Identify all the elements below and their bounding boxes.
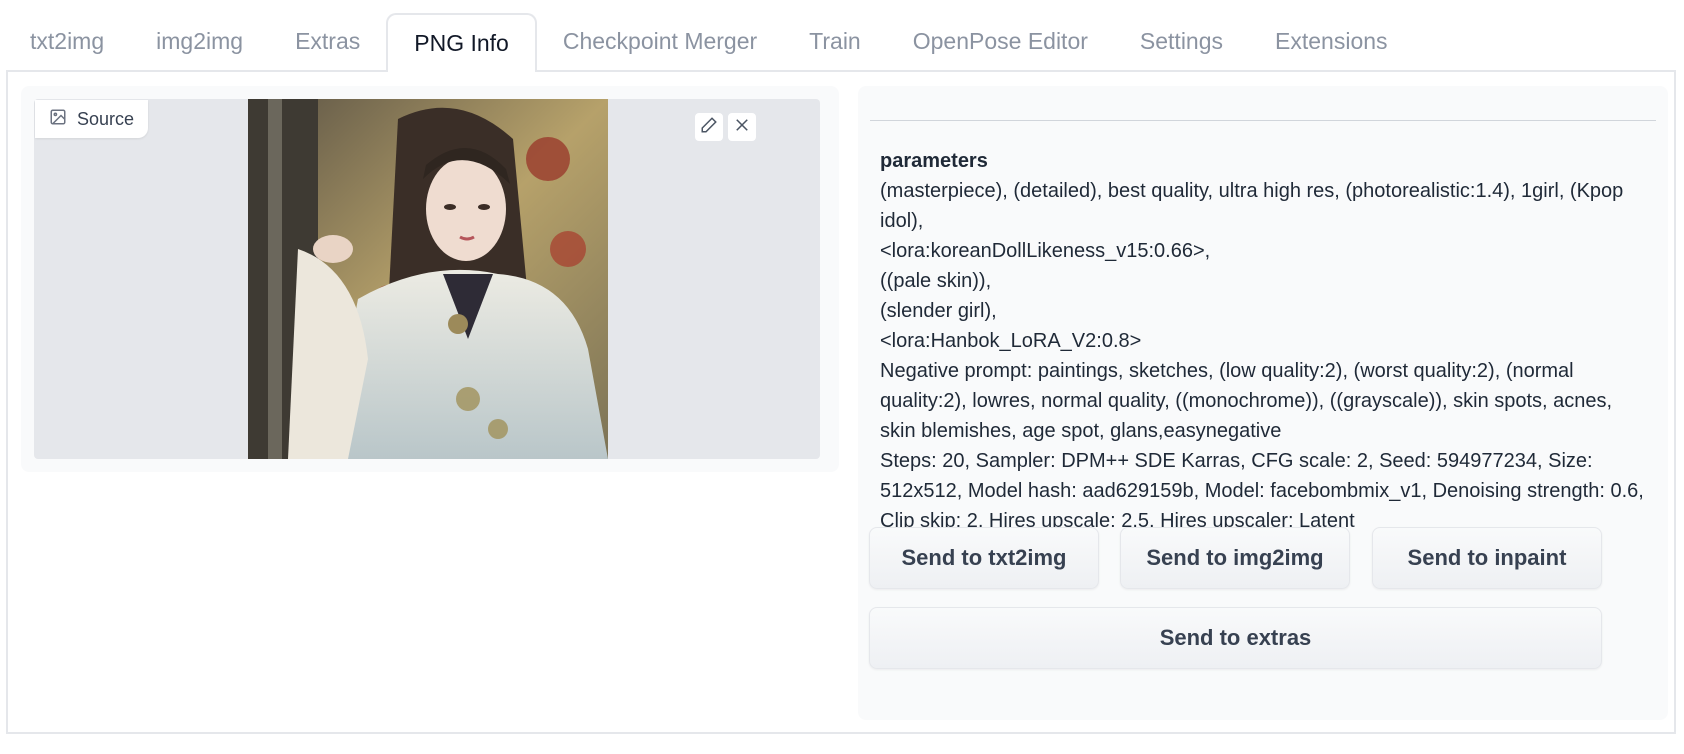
tab-extensions[interactable]: Extensions [1249, 13, 1414, 70]
image-icon [49, 108, 67, 131]
generation-info: parameters (masterpiece), (detailed), be… [880, 146, 1650, 536]
png-info-panel: Source parameters (masterpiece), (detail… [6, 70, 1676, 734]
info-line-settings: Steps: 20, Sampler: DPM++ SDE Karras, CF… [880, 450, 1644, 532]
info-heading: parameters [880, 150, 988, 172]
edit-image-button[interactable] [694, 112, 724, 142]
info-line-prompt: (masterpiece), (detailed), best quality,… [880, 180, 1624, 232]
info-line-lora-1: <lora:koreanDollLikeness_v15:0.66>, [880, 240, 1211, 262]
info-line-negative: Negative prompt: paintings, sketches, (l… [880, 360, 1613, 442]
send-to-inpaint-button[interactable]: Send to inpaint [1372, 527, 1602, 589]
source-label: Source [35, 100, 149, 138]
source-image-block: Source [21, 86, 839, 472]
send-to-img2img-button[interactable]: Send to img2img [1120, 527, 1350, 589]
generation-info-block: parameters (masterpiece), (detailed), be… [858, 86, 1668, 720]
uploaded-image [248, 99, 608, 459]
divider [870, 120, 1656, 121]
send-to-extras-button[interactable]: Send to extras [869, 607, 1602, 669]
source-label-text: Source [77, 108, 135, 129]
info-line-lora-2: <lora:Hanbok_LoRA_V2:0.8> [880, 330, 1142, 352]
tab-img2img[interactable]: img2img [130, 13, 269, 70]
pencil-icon [700, 116, 718, 139]
tab-train[interactable]: Train [783, 13, 887, 70]
send-to-txt2img-button[interactable]: Send to txt2img [869, 527, 1099, 589]
source-image-dropzone[interactable]: Source [34, 99, 820, 459]
tab-extras[interactable]: Extras [269, 13, 386, 70]
clear-image-button[interactable] [727, 112, 757, 142]
tab-txt2img[interactable]: txt2img [7, 13, 130, 70]
tab-openpose-editor[interactable]: OpenPose Editor [887, 13, 1114, 70]
tab-checkpoint-merger[interactable]: Checkpoint Merger [537, 13, 783, 70]
info-line-slender: (slender girl), [880, 300, 997, 322]
tab-settings[interactable]: Settings [1114, 13, 1249, 70]
tab-png-info[interactable]: PNG Info [386, 13, 537, 72]
info-line-pale-skin: ((pale skin)), [880, 270, 992, 292]
close-icon [733, 116, 751, 139]
tab-bar: txt2img img2img Extras PNG Info Checkpoi… [7, 13, 1684, 72]
